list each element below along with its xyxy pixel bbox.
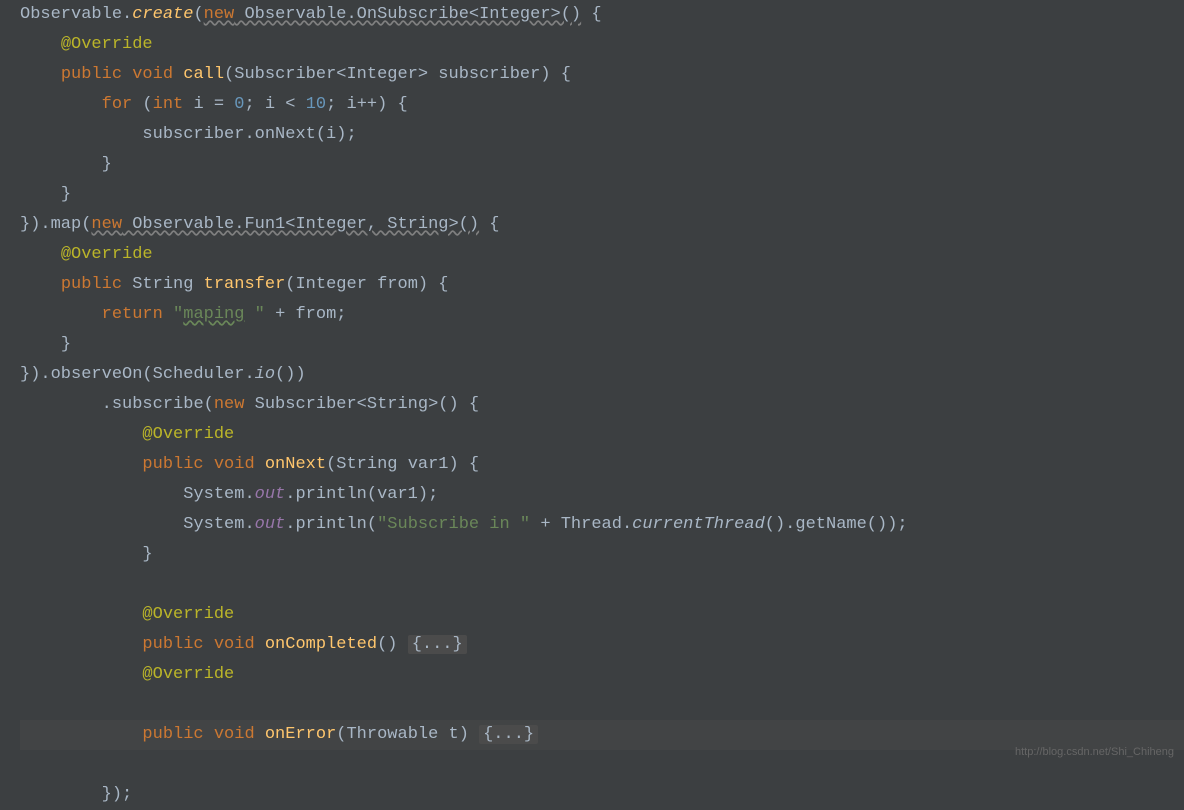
- code-line: @Override: [20, 245, 153, 264]
- code-line: @Override: [20, 35, 153, 54]
- code-editor[interactable]: Observable.create(new Observable.OnSubsc…: [0, 0, 1184, 810]
- code-line: }).observeOn(Scheduler.io()): [20, 365, 306, 384]
- code-line: public void call(Subscriber<Integer> sub…: [20, 65, 571, 84]
- code-line-highlighted: public void onError(Throwable t) {...}: [20, 720, 1184, 750]
- code-line: @Override: [20, 665, 234, 684]
- code-line: System.out.println("Subscribe in " + Thr…: [20, 515, 908, 534]
- code-line: public void onCompleted() {...}: [20, 635, 467, 654]
- folded-block[interactable]: {...}: [479, 725, 538, 744]
- code-line: }: [20, 185, 71, 204]
- folded-block[interactable]: {...}: [408, 635, 467, 654]
- code-line: }: [20, 545, 153, 564]
- code-line: for (int i = 0; i < 10; i++) {: [20, 95, 408, 114]
- new-keyword: new: [204, 5, 235, 24]
- code-line: });: [20, 785, 132, 804]
- code-line: System.out.println(var1);: [20, 485, 438, 504]
- watermark-text: http://blog.csdn.net/Shi_Chiheng: [1015, 737, 1174, 767]
- code-line: }: [20, 155, 112, 174]
- code-line: Observable.create(new Observable.OnSubsc…: [20, 5, 602, 24]
- code-line: }: [20, 335, 71, 354]
- code-line: @Override: [20, 425, 234, 444]
- code-line: }).map(new Observable.Fun1<Integer, Stri…: [20, 215, 500, 234]
- code-line: public void onNext(String var1) {: [20, 455, 479, 474]
- code-line: @Override: [20, 605, 234, 624]
- code-line: return "maping " + from;: [20, 305, 347, 324]
- code-line: .subscribe(new Subscriber<String>() {: [20, 395, 479, 414]
- code-line: subscriber.onNext(i);: [20, 125, 357, 144]
- code-line: public String transfer(Integer from) {: [20, 275, 449, 294]
